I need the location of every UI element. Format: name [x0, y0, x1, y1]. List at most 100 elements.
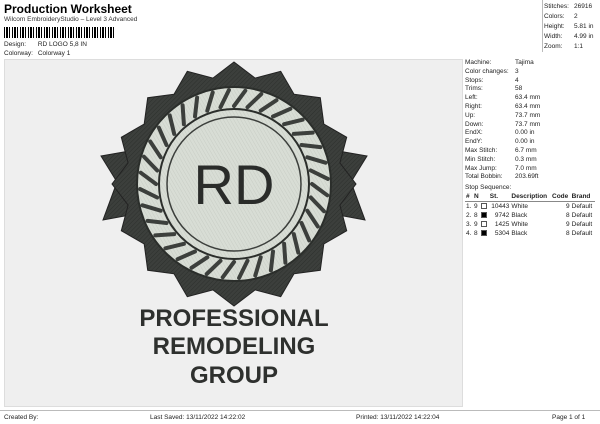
- ring-stripe: [180, 103, 186, 127]
- column-header: N: [472, 192, 481, 203]
- design-value: RD LOGO 5,8 IN: [37, 41, 87, 48]
- company-line-2: REMODELING: [153, 333, 316, 360]
- info-row: Stops: 4: [465, 77, 598, 86]
- info-row: Trims: 58: [465, 85, 598, 94]
- table-row: 2. 8 9742 Black 8 Default: [465, 211, 595, 220]
- colorway-value: Colorway 1: [37, 50, 71, 57]
- info-value: 63.4 mm: [515, 94, 541, 102]
- info-label: Machine:: [465, 59, 492, 66]
- info-row: Down: 73.7 mm: [465, 121, 598, 130]
- stat-row: Zoom: 1:1: [544, 42, 598, 52]
- info-value: 0.00 in: [515, 138, 535, 146]
- ring-stripe: [299, 143, 323, 150]
- column-header: St.: [488, 192, 511, 203]
- column-header: [480, 192, 489, 203]
- stitch-count: 9742: [494, 212, 510, 220]
- info-label: Max Jump:: [465, 164, 497, 172]
- thread-brand: Default: [571, 230, 593, 238]
- thread-brand: Default: [571, 203, 593, 211]
- info-label: Total Bobbin:: [465, 173, 503, 181]
- info-value: 63.4 mm: [515, 102, 541, 110]
- stat-value: 1:1: [574, 43, 584, 50]
- last-saved: Last Saved: 13/11/2022 14:22:02: [150, 414, 246, 421]
- color-code: 8: [566, 212, 570, 220]
- swatch-icon: [481, 230, 488, 237]
- color-description: Black: [511, 212, 528, 220]
- swatch-icon: [481, 203, 488, 210]
- embroidery-logo: RD PROFESSIONAL REMODELING GROUP: [100, 61, 368, 389]
- info-value: Tajima: [515, 59, 534, 66]
- column-header: #: [465, 192, 473, 203]
- machine-info: Machine: Tajima Color changes: 3 Stops: 4 T…: [465, 59, 598, 182]
- info-row: Max Stitch: 6.7 mm: [465, 147, 598, 156]
- stat-row: Height: 5.81 in: [544, 22, 598, 32]
- color-description: White: [511, 203, 528, 211]
- thread-brand: Default: [571, 221, 593, 229]
- seq-index: 4.: [466, 230, 472, 238]
- table-row: 4. 8 5304 Black 8 Default: [465, 229, 595, 238]
- table-row: 1. 9 10443 White 9 Default: [465, 202, 595, 212]
- color-description: White: [511, 221, 528, 229]
- stat-row: Width: 4.99 in: [544, 32, 598, 42]
- swatch-icon: [481, 212, 488, 219]
- printed-date: Printed: 13/11/2022 14:22:04: [356, 414, 440, 421]
- stat-label: Stitches:: [544, 3, 569, 10]
- ring-stripe: [193, 95, 200, 119]
- stitch-count: 5304: [494, 230, 510, 238]
- info-value: 0.3 mm: [515, 155, 537, 163]
- info-panel: Machine: Tajima Color changes: 3 Stops: 4 T…: [465, 59, 598, 407]
- info-label: Down:: [465, 120, 484, 128]
- stitch-count: 10443: [491, 203, 510, 211]
- seq-index: 2.: [466, 212, 472, 220]
- stop-sequence-title: Stop Sequence:: [465, 184, 512, 192]
- info-label: Stops:: [465, 76, 484, 84]
- color-code: 8: [566, 230, 570, 238]
- info-label: Left:: [465, 94, 478, 102]
- design-stats: Stitches: 26916 Colors: 2 Height: 5.81 in W…: [544, 2, 598, 52]
- stat-value: 4.99 in: [574, 33, 594, 40]
- monogram-text: RD: [194, 153, 275, 216]
- color-swatch: [480, 211, 489, 220]
- swatch-icon: [481, 221, 488, 228]
- column-header: Description: [510, 192, 551, 203]
- colorway-label: Colorway:: [4, 50, 33, 57]
- footer: Created By: Last Saved: 13/11/2022 14:22…: [0, 410, 600, 424]
- table-header-row: # N St. Description Code Brand: [465, 192, 595, 203]
- stat-label: Width:: [544, 33, 563, 40]
- thread-brand: Default: [571, 212, 593, 220]
- info-label: Min Stitch:: [465, 155, 496, 163]
- info-row: EndX: 0.00 in: [465, 129, 598, 138]
- page-number: Page 1 of 1: [552, 414, 586, 421]
- color-description: Black: [511, 230, 528, 238]
- info-value: 3: [515, 67, 519, 75]
- created-by: Created By:: [4, 414, 39, 421]
- info-label: Trims:: [465, 85, 483, 93]
- ring-stripe: [153, 232, 177, 238]
- info-row: Left: 63.4 mm: [465, 94, 598, 103]
- info-value: 203.69ft: [515, 173, 539, 181]
- info-value: 73.7 mm: [515, 120, 541, 128]
- design-name-row: Design: RD LOGO 5,8 IN: [4, 41, 87, 48]
- stat-value: 5.81 in: [574, 23, 594, 30]
- divider: [542, 0, 543, 52]
- ring-stripe: [282, 241, 288, 265]
- table-row: 3. 9 1425 White 9 Default: [465, 220, 595, 229]
- design-label: Design:: [4, 41, 27, 48]
- info-label: EndX:: [465, 129, 483, 137]
- info-value: 73.7 mm: [515, 111, 541, 119]
- needle-number: 8: [473, 212, 478, 220]
- stat-label: Zoom:: [544, 43, 563, 50]
- needle-number: 9: [473, 221, 478, 229]
- info-row: Max Jump: 7.0 mm: [465, 165, 598, 174]
- info-label: Up:: [465, 111, 476, 119]
- barcode: [4, 27, 116, 38]
- info-row: Machine: Tajima: [465, 59, 598, 68]
- stat-value: 26916: [574, 3, 593, 10]
- company-line-1: PROFESSIONAL: [139, 305, 328, 332]
- design-preview: RD PROFESSIONAL REMODELING GROUP: [4, 59, 463, 407]
- info-row: Up: 73.7 mm: [465, 112, 598, 121]
- column-header: Code: [551, 192, 571, 203]
- stat-row: Colors: 2: [544, 12, 598, 22]
- worksheet-title: Production Worksheet: [4, 2, 132, 16]
- ring-stripe: [145, 218, 169, 225]
